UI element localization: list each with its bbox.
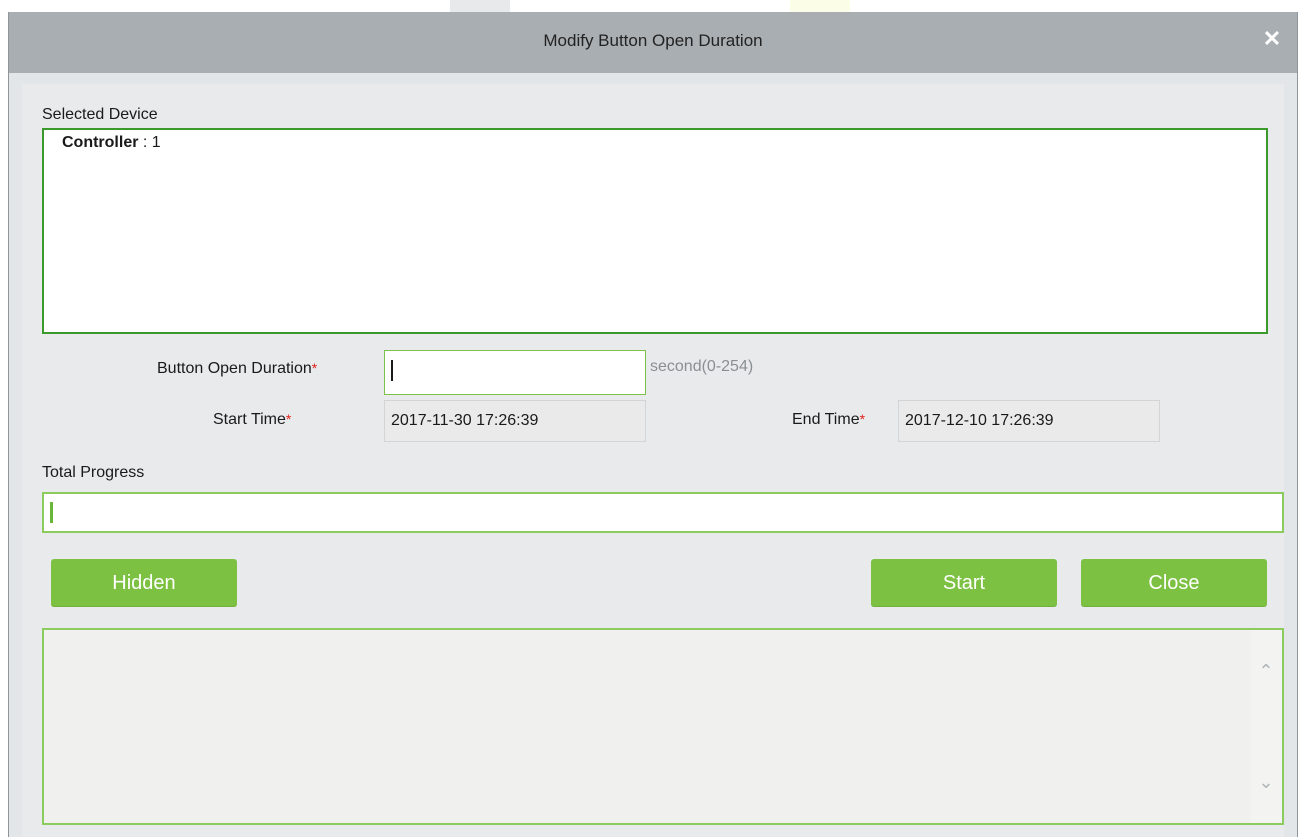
button-open-duration-label: Button Open Duration* <box>157 360 317 378</box>
end-time-field: 2017-12-10 17:26:39 <box>898 400 1160 442</box>
dialog-title: Modify Button Open Duration <box>543 31 763 50</box>
button-open-duration-input[interactable] <box>384 350 646 395</box>
total-progress-label: Total Progress <box>42 464 145 481</box>
close-icon[interactable]: ✕ <box>1259 26 1285 52</box>
required-asterisk: * <box>311 360 318 376</box>
end-time-label: End Time* <box>792 411 865 429</box>
start-button[interactable]: Start <box>871 559 1057 607</box>
background-tab-gray <box>450 0 510 12</box>
button-open-duration-label-text: Button Open Duration <box>157 360 312 377</box>
end-time-label-text: End Time <box>792 411 860 428</box>
required-asterisk: * <box>285 411 292 427</box>
selected-device-list[interactable]: Controller : 1 <box>42 128 1268 334</box>
device-separator: : <box>138 134 152 151</box>
required-asterisk: * <box>859 411 866 427</box>
device-entry: Controller : 1 <box>62 134 161 152</box>
chevron-down-icon[interactable]: ⌄ <box>1250 767 1282 797</box>
dialog-titlebar: Modify Button Open Duration ✕ <box>9 12 1297 73</box>
progress-fill <box>50 502 53 523</box>
device-value: 1 <box>151 134 161 151</box>
device-name: Controller <box>62 134 139 151</box>
start-time-field: 2017-11-30 17:26:39 <box>384 400 646 442</box>
progress-log-area[interactable]: ⌃ ⌄ <box>42 628 1284 825</box>
background-tab-yellow <box>790 0 850 12</box>
log-scrollbar[interactable]: ⌃ ⌄ <box>1250 630 1282 823</box>
hidden-button[interactable]: Hidden <box>51 559 237 607</box>
close-button[interactable]: Close <box>1081 559 1267 607</box>
selected-device-label: Selected Device <box>42 106 158 123</box>
total-progress-bar <box>42 492 1284 533</box>
text-caret <box>391 360 393 381</box>
page-background <box>0 0 1309 12</box>
start-time-label: Start Time* <box>213 411 291 429</box>
duration-range-hint: second(0-254) <box>650 358 754 375</box>
start-time-label-text: Start Time <box>213 411 286 428</box>
chevron-up-icon[interactable]: ⌃ <box>1250 656 1282 686</box>
modify-button-open-duration-dialog: Modify Button Open Duration ✕ Selected D… <box>8 12 1298 837</box>
dialog-body: Selected Device Controller : 1 Button Op… <box>22 84 1284 837</box>
